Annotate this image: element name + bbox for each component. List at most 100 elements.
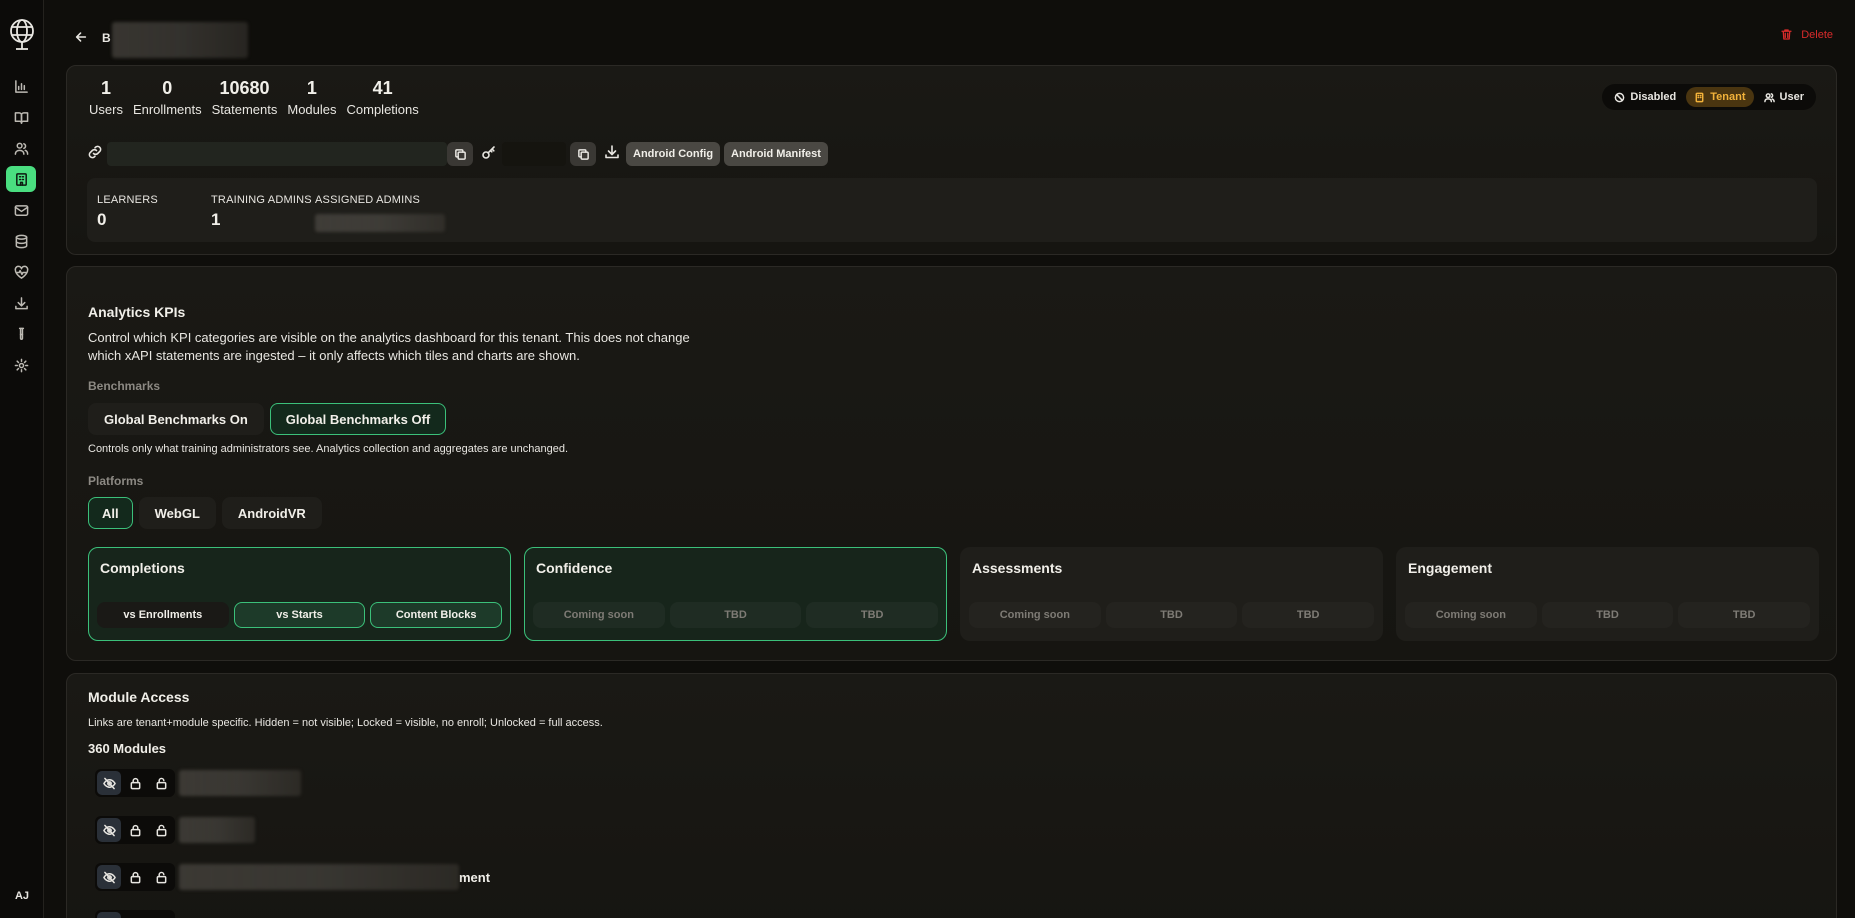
hidden-button[interactable] bbox=[97, 818, 121, 842]
unlocked-button[interactable] bbox=[149, 771, 173, 795]
kpi-completions[interactable]: Completions vs Enrollments vs Starts Con… bbox=[88, 547, 511, 641]
platforms-label: Platforms bbox=[88, 474, 144, 488]
hidden-button[interactable] bbox=[97, 771, 121, 795]
stat-label: Enrollments bbox=[132, 101, 202, 117]
sidebar-item-mail[interactable] bbox=[6, 197, 36, 223]
mode-user[interactable]: User bbox=[1756, 87, 1812, 107]
access-toggle bbox=[95, 863, 175, 891]
sidebar-item-users[interactable] bbox=[6, 135, 36, 161]
avatar[interactable]: AJ bbox=[8, 885, 36, 907]
access-toggle bbox=[95, 816, 175, 844]
copy-key-button[interactable] bbox=[570, 142, 596, 166]
mode-label: Tenant bbox=[1710, 91, 1746, 103]
back-button[interactable] bbox=[74, 30, 92, 48]
sidebar-item-database[interactable] bbox=[6, 228, 36, 254]
kpi-option-vs-starts[interactable]: vs Starts bbox=[233, 602, 366, 628]
kpi-option-tbd: TBD bbox=[1105, 602, 1238, 628]
module-row bbox=[95, 769, 301, 797]
kpi-option-tbd: TBD bbox=[806, 602, 939, 628]
platform-webgl[interactable]: WebGL bbox=[138, 497, 216, 529]
access-toggle bbox=[95, 769, 175, 797]
sidebar-item-settings[interactable] bbox=[6, 352, 36, 378]
app-logo-icon[interactable] bbox=[7, 14, 37, 52]
stat-label: Users bbox=[89, 101, 123, 117]
locked-button[interactable] bbox=[123, 865, 147, 889]
kpi-confidence[interactable]: Confidence Coming soon TBD TBD bbox=[524, 547, 947, 641]
role-label: LEARNERS bbox=[97, 194, 158, 206]
kpi-title: Completions bbox=[100, 560, 185, 576]
module-access-card: Module Access Links are tenant+module sp… bbox=[66, 673, 1837, 918]
hidden-button[interactable] bbox=[97, 912, 121, 918]
locked-button[interactable] bbox=[123, 771, 147, 795]
android-manifest-button[interactable]: Android Manifest bbox=[724, 142, 828, 166]
copy-link-button[interactable] bbox=[447, 142, 473, 166]
kpi-option-content-blocks[interactable]: Content Blocks bbox=[370, 602, 503, 628]
sidebar-item-modules[interactable] bbox=[6, 104, 36, 130]
tenant-overview-card: 1 Users 0 Enrollments 10680 Statements 1 Mod… bbox=[66, 65, 1837, 255]
desc-line: Control which KPI categories are visible… bbox=[88, 330, 690, 345]
platform-androidvr[interactable]: AndroidVR bbox=[221, 497, 322, 529]
role-assigned-admins: ASSIGNED ADMINS bbox=[315, 194, 420, 206]
roles-panel: LEARNERS 0 TRAINING ADMINS 1 ASSIGNED AD… bbox=[87, 178, 1817, 242]
benchmarks-label: Benchmarks bbox=[88, 379, 161, 393]
delete-button[interactable]: Delete bbox=[1780, 28, 1833, 41]
android-config-button[interactable]: Android Config bbox=[626, 142, 721, 166]
stat-modules: 1 Modules bbox=[287, 78, 336, 117]
eye-off-icon bbox=[102, 777, 116, 789]
users-icon bbox=[14, 142, 28, 155]
mode-tenant[interactable]: Tenant bbox=[1686, 87, 1754, 107]
kpi-options: Coming soon TBD TBD bbox=[1405, 602, 1811, 628]
kpi-option-vs-enrollments[interactable]: vs Enrollments bbox=[97, 602, 229, 628]
module-row: ment bbox=[95, 863, 490, 891]
kpi-option-tbd: TBD bbox=[669, 602, 802, 628]
stat-label: Completions bbox=[346, 101, 419, 117]
tenant-key-field[interactable] bbox=[502, 142, 566, 166]
stat-statements: 10680 Statements bbox=[212, 78, 278, 117]
redacted-admin-names bbox=[315, 214, 445, 232]
stat-value: 0 bbox=[162, 78, 173, 98]
tenant-link-field[interactable] bbox=[107, 142, 447, 166]
redacted-module-name bbox=[179, 817, 255, 843]
kpi-assessments[interactable]: Assessments Coming soon TBD TBD bbox=[960, 547, 1383, 641]
unlocked-button[interactable] bbox=[149, 912, 173, 918]
sidebar-item-tenants[interactable] bbox=[6, 166, 36, 192]
benchmarks-off-button[interactable]: Global Benchmarks Off bbox=[269, 403, 447, 435]
locked-button[interactable] bbox=[123, 912, 147, 918]
kpi-options: Coming soon TBD TBD bbox=[969, 602, 1375, 628]
sidebar-item-downloads[interactable] bbox=[6, 290, 36, 316]
mode-disabled[interactable]: Disabled bbox=[1606, 87, 1684, 107]
stat-label: Statements bbox=[211, 101, 278, 117]
kpi-option-coming-soon: Coming soon bbox=[969, 602, 1101, 628]
unlocked-button[interactable] bbox=[149, 865, 173, 889]
sidebar-item-health[interactable] bbox=[6, 259, 36, 285]
download-icon[interactable] bbox=[604, 144, 620, 165]
kpi-option-tbd: TBD bbox=[1678, 602, 1811, 628]
download-icon bbox=[14, 296, 28, 309]
mode-toggle: Disabled Tenant User bbox=[1602, 84, 1816, 110]
benchmarks-on-button[interactable]: Global Benchmarks On bbox=[88, 403, 264, 435]
benchmarks-options: Global Benchmarks On Global Benchmarks O… bbox=[88, 403, 447, 435]
platform-all[interactable]: All bbox=[88, 497, 133, 529]
desc-line: which xAPI statements are ingested – it … bbox=[88, 348, 580, 363]
lock-icon bbox=[130, 777, 140, 789]
unlocked-button[interactable] bbox=[149, 818, 173, 842]
hidden-button[interactable] bbox=[97, 865, 121, 889]
heart-pulse-icon bbox=[14, 265, 28, 279]
kpi-engagement[interactable]: Engagement Coming soon TBD TBD bbox=[1396, 547, 1819, 641]
sidebar-item-lab[interactable] bbox=[6, 321, 36, 347]
key-icon bbox=[481, 144, 497, 165]
copy-icon bbox=[577, 148, 589, 160]
module-access-description: Links are tenant+module specific. Hidden… bbox=[88, 717, 603, 729]
role-value: 1 bbox=[211, 210, 221, 229]
kpi-option-tbd: TBD bbox=[1541, 602, 1674, 628]
stat-value: 41 bbox=[372, 78, 393, 98]
book-icon bbox=[14, 111, 28, 124]
kpi-option-tbd: TBD bbox=[1242, 602, 1375, 628]
stat-enrollments: 0 Enrollments bbox=[133, 78, 202, 117]
arrow-left-icon bbox=[75, 32, 87, 42]
sidebar-item-analytics[interactable] bbox=[6, 73, 36, 99]
mail-icon bbox=[14, 204, 28, 216]
building-icon bbox=[15, 172, 27, 186]
locked-button[interactable] bbox=[123, 818, 147, 842]
module-row bbox=[95, 816, 255, 844]
